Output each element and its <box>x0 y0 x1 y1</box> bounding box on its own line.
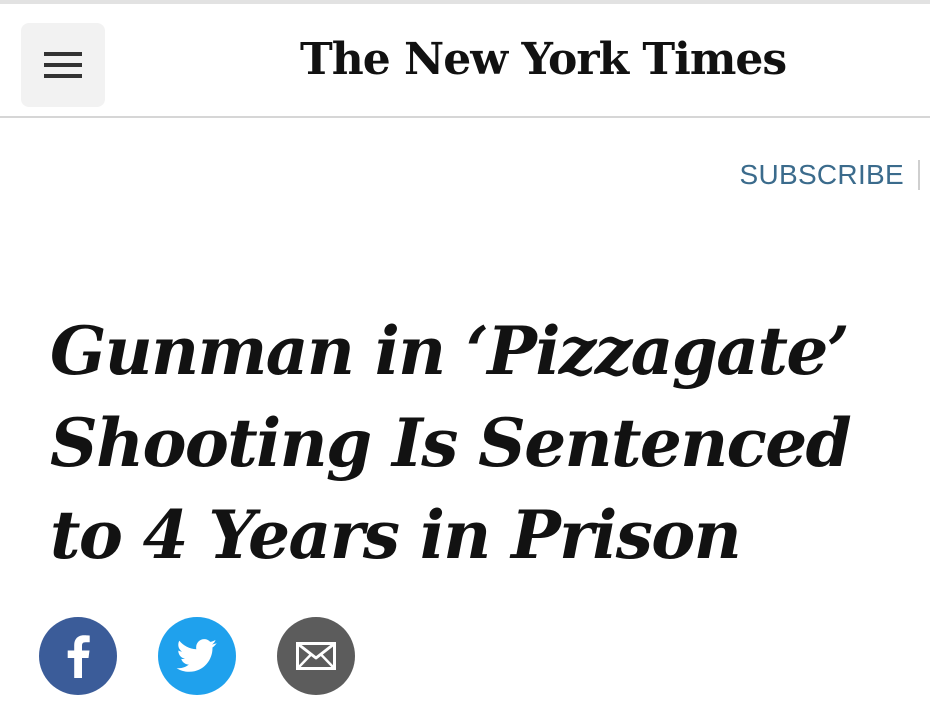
share-email-button[interactable] <box>277 617 355 695</box>
share-twitter-button[interactable] <box>158 617 236 695</box>
share-facebook-button[interactable] <box>39 617 117 695</box>
subscribe-link[interactable]: SUBSCRIBE <box>739 159 904 191</box>
subscribe-bar: SUBSCRIBE <box>739 152 930 198</box>
site-header: The New York Times <box>0 4 930 118</box>
article-headline: Gunman in ‘Pizzagate’ Shooting Is Senten… <box>50 312 852 574</box>
facebook-icon <box>67 635 90 678</box>
share-bar <box>39 617 355 695</box>
subscribe-divider <box>918 160 920 190</box>
masthead-logo[interactable]: The New York Times <box>300 30 790 90</box>
hamburger-menu-icon <box>44 52 82 78</box>
menu-button[interactable] <box>21 23 105 107</box>
envelope-icon <box>296 642 336 670</box>
twitter-icon <box>176 639 217 672</box>
